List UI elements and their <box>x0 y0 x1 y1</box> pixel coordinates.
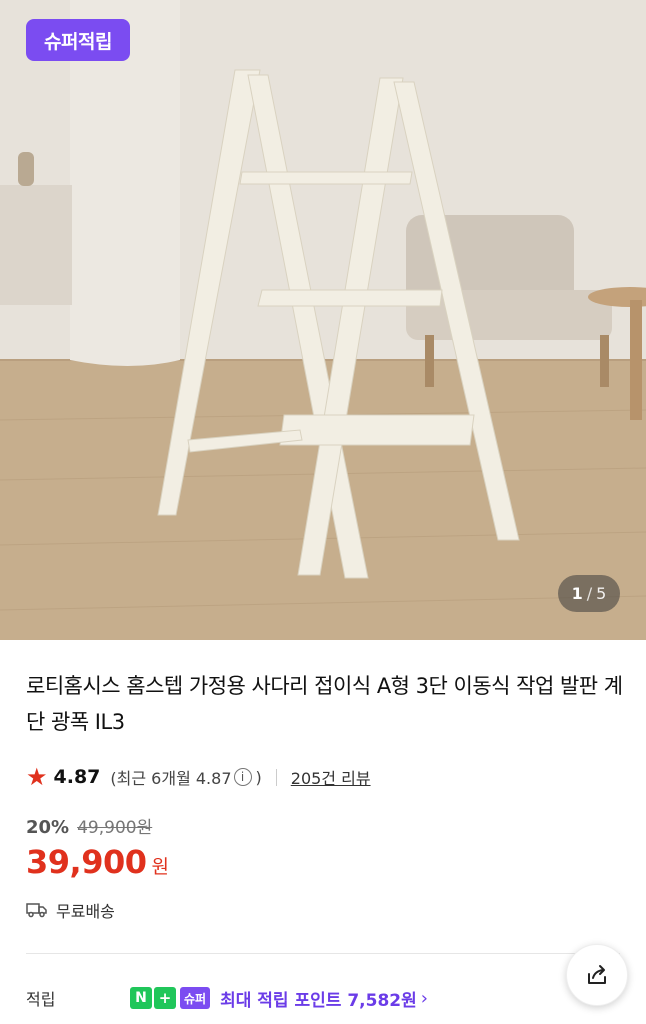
divider <box>26 953 620 954</box>
naver-n-badge: N <box>130 987 152 1009</box>
product-image-gallery[interactable]: 슈퍼적립 1 / 5 <box>0 0 646 640</box>
naver-plus-badge: + <box>154 987 176 1009</box>
discount-rate: 20% <box>26 817 70 838</box>
super-points-badge: 슈퍼적립 <box>26 19 130 61</box>
shipping-row: 무료배송 <box>26 898 115 922</box>
rating-score: 4.87 <box>53 766 101 788</box>
rating-row: ★ 4.87 (최근 6개월 4.87 i ) 205건 리뷰 <box>26 762 371 792</box>
info-icon[interactable]: i <box>233 768 252 786</box>
chevron-right-icon[interactable]: › <box>421 988 428 1009</box>
sale-price: 39,900 <box>26 843 147 881</box>
share-button[interactable] <box>566 944 628 1006</box>
discount-row: 20% 49,900원 <box>26 813 152 838</box>
product-image <box>0 0 646 640</box>
points-row[interactable]: 적립 N + 슈퍼 최대 적립 포인트 7,582원 › <box>26 983 620 1013</box>
recent-rating-close: ) <box>255 767 262 787</box>
sale-price-row: 39,900 원 <box>26 843 169 881</box>
original-price: 49,900원 <box>77 818 153 838</box>
review-count-link[interactable]: 205건 리뷰 <box>291 765 371 789</box>
super-badge: 슈퍼 <box>180 987 211 1009</box>
separator <box>275 768 277 786</box>
image-counter-separator: / <box>586 584 593 603</box>
share-icon <box>588 965 606 984</box>
image-counter: 1 / 5 <box>558 575 620 612</box>
shipping-label: 무료배송 <box>56 902 115 921</box>
recent-rating-text: (최근 6개월 4.87 <box>110 769 232 788</box>
truck-icon <box>26 903 47 918</box>
star-icon: ★ <box>26 763 48 791</box>
image-counter-total: 5 <box>596 584 607 603</box>
max-points-text[interactable]: 최대 적립 포인트 7,582원 <box>220 986 417 1011</box>
currency-unit: 원 <box>151 856 169 878</box>
points-label: 적립 <box>26 990 56 1009</box>
product-title: 로티홈시스 홈스텝 가정용 사다리 접이식 A형 3단 이동식 작업 발판 계단… <box>26 674 623 734</box>
image-counter-current: 1 <box>571 584 583 603</box>
